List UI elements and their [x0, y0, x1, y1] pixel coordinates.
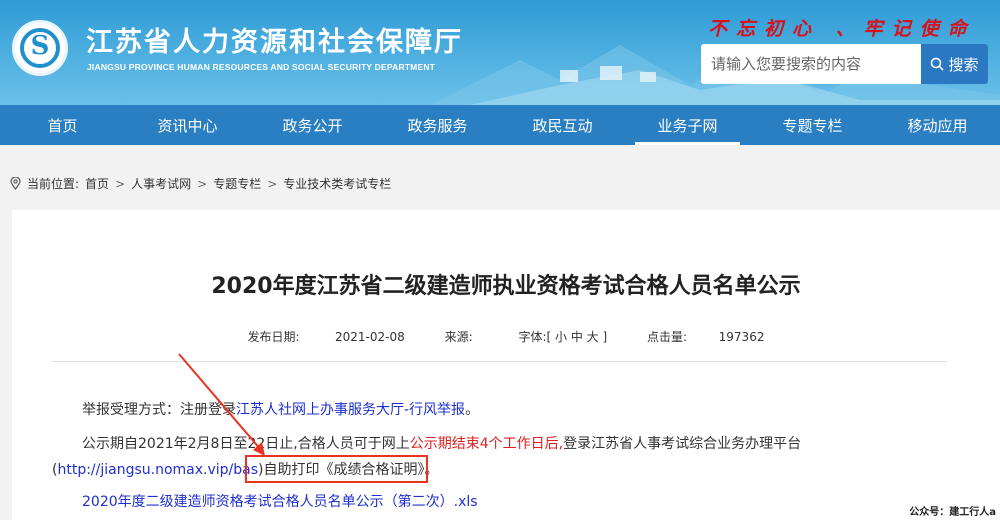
watermark: 公众号：建工行人a — [909, 507, 996, 518]
site-title: 江苏省人力资源和社会保障厅 — [86, 27, 463, 58]
nav-item-mobile[interactable]: 移动应用 — [875, 105, 1000, 145]
font-size-selector[interactable]: 字体:[ 小 中 大 ] — [518, 330, 607, 344]
report-paragraph: 举报受理方式：注册登录江苏人社网上办事服务大厅-行风举报。 — [82, 398, 479, 422]
site-subtitle: JIANGSU PROVINCE HUMAN RESOURCES AND SOC… — [87, 62, 436, 72]
slogan: 不忘初心 、牢记使命 — [708, 18, 976, 40]
source-label: 来源: — [444, 330, 473, 344]
site-header: S 江苏省人力资源和社会保障厅 JIANGSU PROVINCE HUMAN R… — [0, 0, 1000, 105]
article-meta: 发布日期: 2021-02-08 来源: 字体:[ 小 中 大 ] 点击量: 1… — [12, 328, 1000, 345]
main-nav: 首页 资讯中心 政务公开 政务服务 政民互动 业务子网 专题专栏 移动应用 — [0, 105, 1000, 145]
nav-item-public-affairs[interactable]: 政务公开 — [250, 105, 375, 145]
breadcrumb: 当前位置: 首页 > 人事考试网 > 专题专栏 > 专业技术类考试专栏 — [10, 175, 391, 192]
search-input[interactable] — [701, 44, 921, 84]
breadcrumb-item-professional[interactable]: 专业技术类考试专栏 — [283, 175, 391, 192]
breadcrumb-item-topics[interactable]: 专题专栏 — [213, 175, 261, 192]
annotation-arrow-icon — [178, 353, 265, 456]
date-label: 发布日期: — [247, 330, 300, 344]
breadcrumb-prefix: 当前位置: — [27, 177, 80, 191]
breadcrumb-item-exam[interactable]: 人事考试网 — [131, 175, 191, 192]
search-button-label: 搜索 — [948, 55, 979, 74]
nav-item-topics[interactable]: 专题专栏 — [750, 105, 875, 145]
nav-item-interaction[interactable]: 政民互动 — [500, 105, 625, 145]
search-icon — [931, 57, 945, 71]
publish-date: 2021-02-08 — [335, 330, 405, 344]
location-pin-icon — [10, 177, 21, 190]
breadcrumb-separator: > — [197, 176, 208, 191]
nav-item-business-subnet[interactable]: 业务子网 — [625, 105, 750, 145]
nav-item-services[interactable]: 政务服务 — [375, 105, 500, 145]
notice-text-2: 登录江苏省人事考试综合业务办理平台 — [563, 436, 802, 452]
hit-count: 197362 — [718, 330, 765, 344]
article-title: 2020年度江苏省二级建造师执业资格考试合格人员名单公示 — [211, 274, 801, 299]
site-logo[interactable]: S — [12, 20, 68, 76]
nav-item-home[interactable]: 首页 — [0, 105, 125, 145]
breadcrumb-separator: > — [267, 176, 278, 191]
notice-highlight: 公示期结束4个工作日后, — [409, 436, 564, 452]
attachment-link[interactable]: 2020年度二级建造师资格考试合格人员名单公示（第二次）.xls — [82, 490, 478, 514]
breadcrumb-item-home[interactable]: 首页 — [85, 175, 109, 192]
report-suffix: 。 — [465, 402, 480, 418]
breadcrumb-separator: > — [115, 176, 126, 191]
nav-item-news[interactable]: 资讯中心 — [125, 105, 250, 145]
search-button[interactable]: 搜索 — [921, 44, 988, 84]
hits-label: 点击量: — [646, 330, 688, 344]
